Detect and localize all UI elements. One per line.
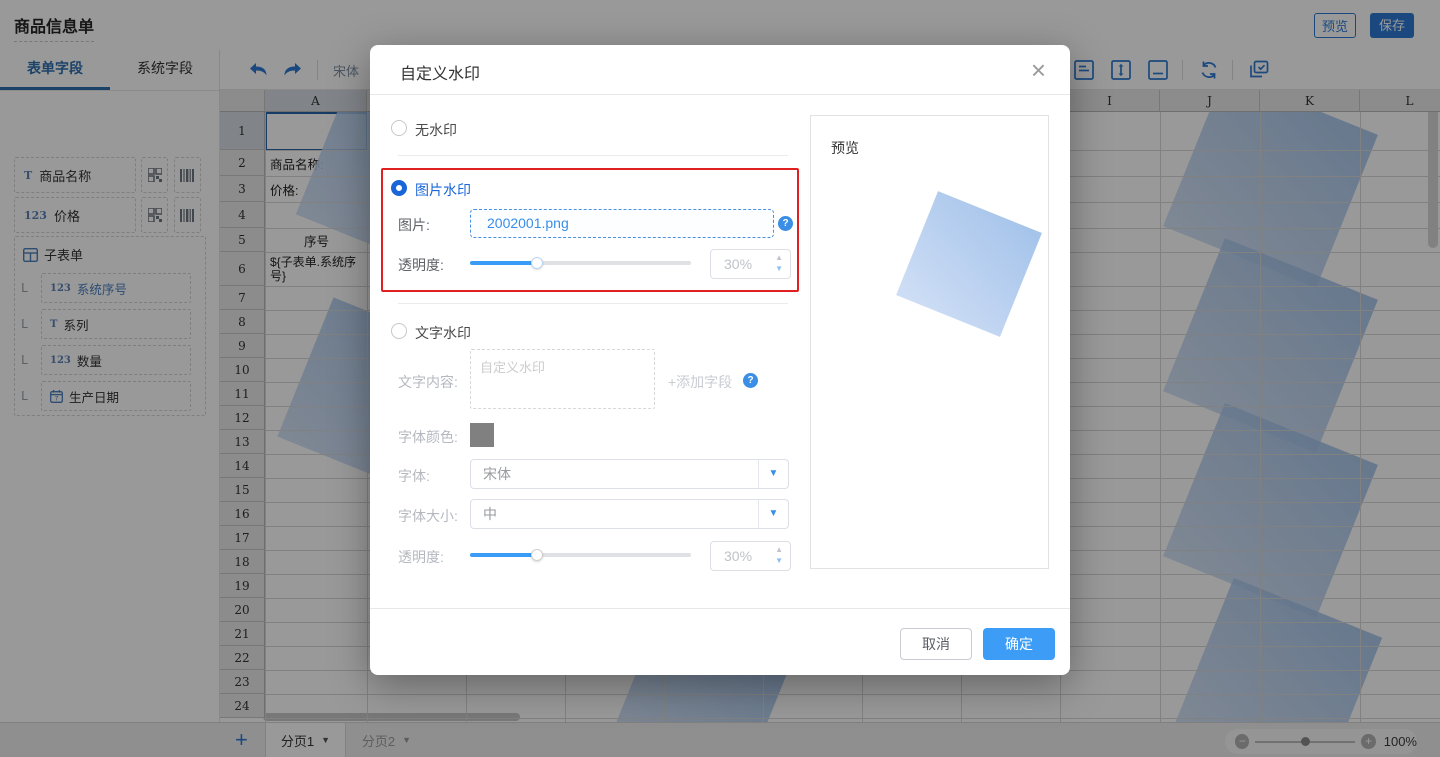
font-color-swatch[interactable] (470, 423, 494, 447)
text-opacity-input[interactable]: 30% ▲▼ (710, 541, 791, 571)
radio-label-text[interactable]: 文字水印 (415, 323, 471, 343)
watermark-preview-panel: 预览 (810, 115, 1049, 569)
font-value: 宋体 (483, 466, 511, 482)
add-field-link[interactable]: +添加字段 (668, 372, 732, 392)
image-file-input[interactable]: 2002001.png (470, 209, 774, 238)
opacity-value: 30% (724, 256, 752, 272)
text-opacity-label: 透明度: (398, 547, 444, 567)
image-label: 图片: (398, 215, 430, 235)
preview-panel-label: 预览 (831, 138, 859, 158)
dialog-header: 自定义水印 × (370, 45, 1070, 95)
slider-fill (470, 553, 537, 557)
radio-label-none[interactable]: 无水印 (415, 120, 457, 140)
radio-label-image[interactable]: 图片水印 (415, 180, 471, 200)
text-content-label: 文字内容: (398, 372, 458, 392)
slider-fill (470, 261, 537, 265)
dialog-title: 自定义水印 (400, 60, 480, 84)
cancel-button[interactable]: 取消 (900, 628, 972, 660)
section-divider (398, 303, 788, 304)
image-opacity-label: 透明度: (398, 255, 444, 275)
footer-divider (370, 608, 1070, 609)
help-icon[interactable]: ? (778, 216, 793, 231)
font-color-label: 字体颜色: (398, 427, 458, 447)
step-down-icon[interactable]: ▼ (775, 555, 783, 566)
font-size-select[interactable]: 中 ▼ (470, 499, 789, 529)
help-icon[interactable]: ? (743, 373, 758, 388)
stepper-arrows[interactable]: ▲▼ (775, 252, 783, 274)
watermark-preview-image (896, 191, 1042, 337)
slider-handle[interactable] (531, 549, 543, 561)
text-opacity-slider[interactable] (470, 553, 691, 557)
slider-handle[interactable] (531, 257, 543, 269)
step-up-icon[interactable]: ▲ (775, 544, 783, 555)
font-size-label: 字体大小: (398, 506, 458, 526)
app-root: 商品信息单 预览 保存 表单字段 系统字段 T 商品名称 (0, 0, 1440, 757)
radio-text-watermark[interactable] (391, 323, 407, 339)
step-down-icon[interactable]: ▼ (775, 263, 783, 274)
stepper-arrows[interactable]: ▲▼ (775, 544, 783, 566)
radio-no-watermark[interactable] (391, 120, 407, 136)
watermark-dialog: 自定义水印 × 无水印 图片水印 图片: 2002001.png ? 透明度: … (370, 45, 1070, 675)
close-icon[interactable]: × (1031, 54, 1046, 86)
chevron-down-icon[interactable]: ▼ (758, 500, 788, 528)
radio-image-watermark[interactable] (391, 180, 407, 196)
confirm-button[interactable]: 确定 (983, 628, 1055, 660)
step-up-icon[interactable]: ▲ (775, 252, 783, 263)
image-opacity-input[interactable]: 30% ▲▼ (710, 249, 791, 279)
chevron-down-icon[interactable]: ▼ (758, 460, 788, 488)
text-content-textarea[interactable]: 自定义水印 (470, 349, 655, 409)
image-opacity-slider[interactable] (470, 261, 691, 265)
section-divider (398, 155, 788, 156)
font-label: 字体: (398, 466, 430, 486)
font-select[interactable]: 宋体 ▼ (470, 459, 789, 489)
font-size-value: 中 (483, 506, 497, 522)
opacity-value: 30% (724, 548, 752, 564)
